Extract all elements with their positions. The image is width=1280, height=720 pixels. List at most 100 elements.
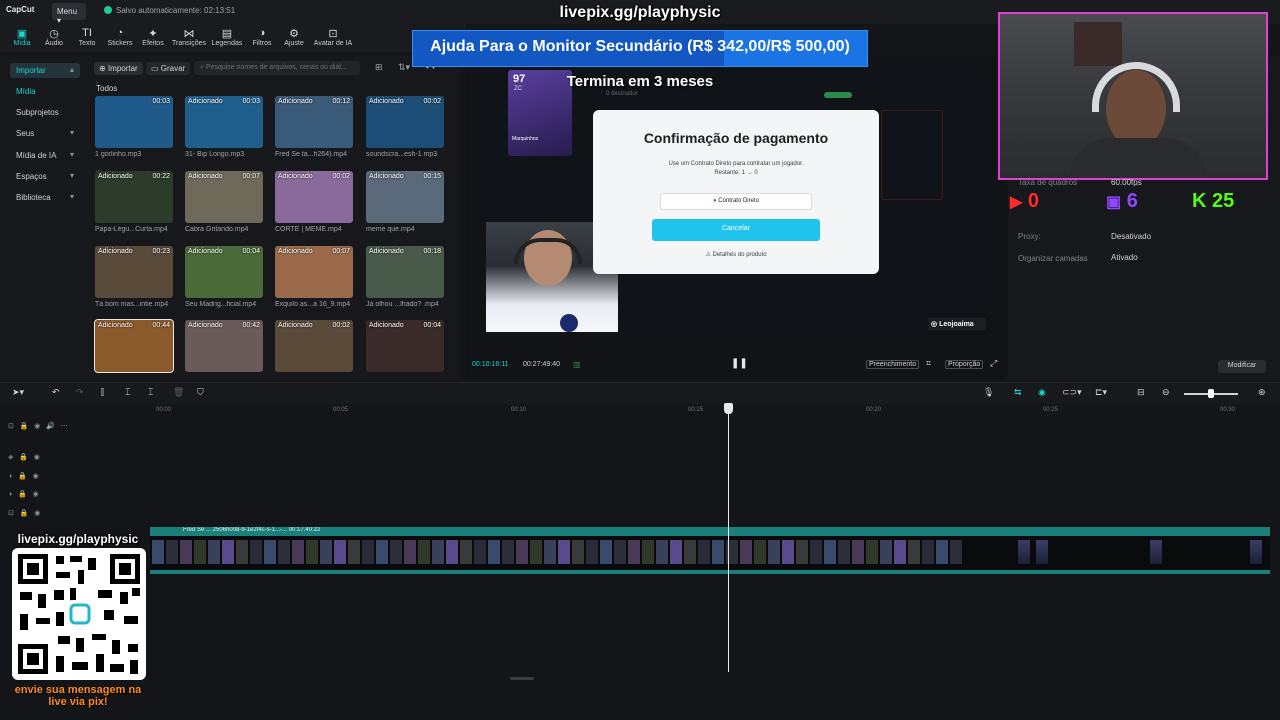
record-button[interactable]: ▭ Gravar: [146, 62, 191, 75]
track-controls-main[interactable]: ⊡ 🔒 ◉ 🔊 ⋯: [8, 422, 68, 430]
split-icon[interactable]: ⫿: [101, 387, 104, 398]
nav-midia[interactable]: Mídia: [10, 84, 80, 99]
media-thumbnail[interactable]: Adicionado 00:02: [275, 320, 353, 372]
clip-frame: [670, 540, 682, 564]
import-button[interactable]: ⊕ Importar: [94, 62, 143, 75]
media-filename: Seu Madrig...ficial.mp4: [185, 301, 257, 308]
nav-midia-ia[interactable]: Mídia de IA ▾: [10, 148, 80, 163]
timeline-scrollbar[interactable]: [510, 677, 534, 680]
nav-biblioteca[interactable]: Biblioteca ▾: [10, 190, 80, 205]
zoom-out-icon[interactable]: ⊖: [1162, 387, 1170, 398]
tool-tab-0[interactable]: ▣ Mídia: [4, 27, 40, 47]
media-duration: 00:12: [332, 98, 350, 105]
zoom-in-icon[interactable]: ⊕: [1258, 387, 1266, 398]
playhead[interactable]: [728, 406, 729, 672]
tool-tab-1[interactable]: ◷ Áudio: [36, 27, 72, 47]
fullscreen-icon[interactable]: ⤢: [990, 358, 997, 369]
clip-frame: [572, 540, 584, 564]
fill-button[interactable]: Preenchimento: [866, 360, 920, 369]
tool-tab-3[interactable]: ◔ Stickers: [102, 27, 138, 47]
clip-frame: [768, 540, 780, 564]
media-thumbnail[interactable]: Adicionado 00:03: [185, 96, 263, 148]
sort-icon[interactable]: ⇅▾: [398, 62, 410, 73]
tool-tab-4[interactable]: ✦ Efeitos: [135, 27, 171, 47]
media-thumbnail[interactable]: Adicionado 00:18: [366, 246, 444, 298]
tool-tab-7[interactable]: ◑ Filtros: [244, 27, 280, 47]
track-controls-3[interactable]: ◑ 🔒 ◉: [8, 490, 39, 498]
caption-icon[interactable]: ⊟: [1137, 387, 1145, 398]
media-thumbnail[interactable]: Adicionado 00:07: [275, 246, 353, 298]
tool-tab-label: Texto: [78, 40, 96, 47]
main-clip-header[interactable]: Fred Se ... 2506h008-9-1e2f4c-s-1...-...…: [150, 527, 1270, 536]
grid-view-icon[interactable]: ⊞: [375, 62, 383, 73]
delete-icon[interactable]: 🗑: [173, 387, 184, 398]
tool-tab-9[interactable]: ⊡ Avatar de IA: [307, 27, 359, 47]
cancel-button[interactable]: Cancelar: [652, 219, 820, 241]
added-badge: Adicionado: [278, 173, 313, 180]
track-controls-1[interactable]: ◈ 🔒 ◉: [8, 453, 40, 461]
media-thumbnail[interactable]: Adicionado 00:42: [185, 320, 263, 372]
filter-all[interactable]: Todos: [96, 84, 117, 93]
clip-frame: [474, 540, 486, 564]
crop-icon[interactable]: ⌗: [926, 358, 931, 369]
media-thumbnail[interactable]: Adicionado 00:07: [185, 171, 263, 223]
media-thumbnail[interactable]: Adicionado 00:02: [275, 171, 353, 223]
track-controls-2[interactable]: ◑ 🔒 ◉: [8, 472, 39, 480]
nav-importar[interactable]: Importar ▴: [10, 63, 80, 78]
media-thumbnail[interactable]: Adicionado 00:23: [95, 246, 173, 298]
ruler-tick: 00:25: [1043, 407, 1059, 413]
nav-midia-label: Mídia: [16, 87, 36, 96]
magnet-icon[interactable]: ◉: [1038, 387, 1046, 398]
direct-contract-button[interactable]: ● Contrato Direto: [660, 193, 812, 210]
menu-button[interactable]: Menu ▾: [52, 3, 86, 25]
nav-subprojetos[interactable]: Subprojetos: [10, 105, 80, 120]
media-thumbnail[interactable]: Adicionado 00:22: [95, 171, 173, 223]
layers-value[interactable]: Ativado: [1111, 253, 1138, 262]
modify-button[interactable]: Modificar: [1218, 360, 1266, 373]
media-thumbnail[interactable]: 00:03: [95, 96, 173, 148]
import-label: Importar: [107, 64, 138, 73]
playhead-handle[interactable]: [724, 403, 733, 414]
tool-tab-6[interactable]: ▤ Legendas: [209, 27, 245, 47]
track-controls-4[interactable]: ⊡ 🔒 ◉: [8, 509, 40, 517]
split-left-icon[interactable]: ⌶: [125, 387, 130, 398]
clip-frame: [320, 540, 332, 564]
mic-icon[interactable]: 🎙: [983, 387, 994, 398]
dialog-subtitle: Use um Contrato Direto para contratar um…: [593, 160, 879, 178]
tool-tab-5[interactable]: ⋈ Transições: [171, 27, 207, 47]
undo-icon[interactable]: ↶: [52, 387, 60, 398]
media-duration: 00:07: [332, 248, 350, 255]
media-thumbnail[interactable]: Adicionado 00:15: [366, 171, 444, 223]
clip-frame: [950, 540, 962, 564]
pause-button[interactable]: ❚❚: [731, 358, 748, 369]
donation-goal-text: Ajuda Para o Monitor Secundário (R$ 342,…: [430, 38, 850, 55]
zoom-handle[interactable]: [1208, 389, 1214, 398]
tool-tab-label: Ajuste: [284, 40, 304, 47]
media-search-input[interactable]: ⌕ Pesquise nomes de arquivos, cenas ou d…: [194, 61, 360, 75]
select-tool-icon[interactable]: ➤▾: [12, 387, 24, 398]
product-details-link[interactable]: ⚠ Detalhes do produto: [593, 251, 879, 258]
media-thumbnail[interactable]: Adicionado 00:02: [366, 96, 444, 148]
nav-seus[interactable]: Seus ▾: [10, 126, 80, 141]
redo-icon[interactable]: ↷: [76, 387, 84, 398]
media-thumbnail[interactable]: Adicionado 00:12: [275, 96, 353, 148]
snap-icon[interactable]: ⊏▾: [1095, 387, 1107, 398]
proxy-value[interactable]: Desativado: [1111, 232, 1151, 241]
split-right-icon[interactable]: ⌶: [148, 387, 153, 398]
clip-frame: [824, 540, 836, 564]
clip-frame: [796, 540, 808, 564]
marker-icon[interactable]: ⛉: [197, 387, 204, 398]
nav-espacos[interactable]: Espaços ▾: [10, 169, 80, 184]
ratio-button[interactable]: Proporção: [945, 360, 984, 369]
preview-icon[interactable]: ⊂⊃▾: [1062, 387, 1082, 398]
clip-frame: [250, 540, 262, 564]
link-icon[interactable]: ⇆: [1014, 387, 1022, 398]
media-thumbnail[interactable]: Adicionado 00:04: [185, 246, 263, 298]
clip-frame: [194, 540, 206, 564]
media-thumbnail[interactable]: Adicionado 00:04: [366, 320, 444, 372]
media-thumbnail[interactable]: Adicionado 00:44: [94, 319, 174, 373]
clip-frame: [306, 540, 318, 564]
clip-frame: [866, 540, 878, 564]
main-clip[interactable]: [150, 536, 1270, 574]
tool-tab-2[interactable]: TI Texto: [69, 27, 105, 47]
